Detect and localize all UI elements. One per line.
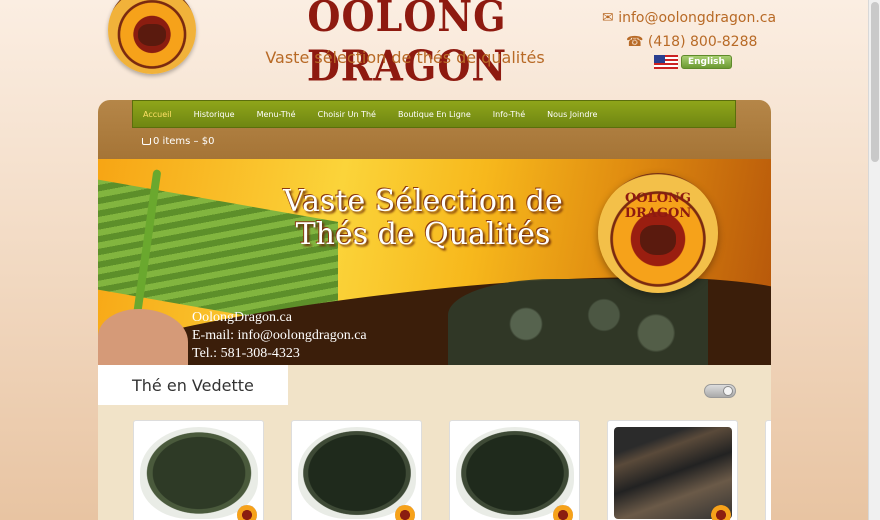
featured-heading: Thé en Vedette [98, 365, 288, 405]
banner-contact-info: OolongDragon.ca E-mail: info@oolongdrago… [192, 309, 367, 363]
envelope-icon: ✉ [602, 10, 614, 26]
contact-phone[interactable]: ☎ (418) 800-8288 [626, 34, 757, 50]
nav-item-info-the[interactable]: Info-Thé [493, 110, 536, 119]
product-card[interactable] [765, 420, 771, 520]
product-image [614, 427, 732, 519]
contact-email[interactable]: ✉ info@oolongdragon.ca [602, 10, 776, 26]
toggle-icon [723, 386, 733, 396]
product-card[interactable] [449, 420, 580, 520]
banner-title-line1: Vaste Sélection de [283, 184, 563, 219]
banner-title-line2: Thés de Qualités [295, 217, 551, 252]
teapot-icon [138, 24, 166, 46]
site-logo[interactable] [108, 0, 196, 74]
cart-icon [142, 138, 151, 145]
product-image [140, 427, 258, 519]
language-switcher[interactable]: English [654, 55, 732, 69]
carousel-toggle[interactable] [704, 384, 736, 398]
main-nav: Accueil Historique Menu-Thé Choisir Un T… [132, 100, 736, 128]
product-card[interactable] [291, 420, 422, 520]
banner-title: Vaste Sélection de Thés de Qualités [258, 185, 588, 251]
hero-banner: Vaste Sélection de Thés de Qualités OOLO… [98, 159, 771, 365]
banner-phone: Tel.: 581-308-4323 [192, 346, 300, 361]
cart-summary: 0 items – $0 [153, 136, 215, 147]
scrollbar-thumb[interactable] [871, 2, 879, 162]
product-card[interactable] [133, 420, 264, 520]
product-image [456, 427, 574, 519]
brand-seal-icon [237, 505, 257, 520]
nav-item-choisir-un-the[interactable]: Choisir Un Thé [318, 110, 387, 119]
cart-link[interactable]: 0 items – $0 [142, 136, 214, 147]
language-button[interactable]: English [681, 55, 732, 69]
us-flag-icon [654, 55, 678, 69]
phone-icon: ☎ [626, 34, 644, 50]
nav-item-boutique[interactable]: Boutique En Ligne [398, 110, 482, 119]
email-text: info@oolongdragon.ca [618, 10, 777, 26]
phone-text: (418) 800-8288 [647, 34, 758, 50]
product-image [298, 427, 416, 519]
brand-seal-icon [553, 505, 573, 520]
page-scrollbar[interactable] [868, 0, 880, 520]
banner-logo-text: OOLONG DRAGON [624, 191, 692, 221]
brand-name: OOLONG DRAGON [306, 0, 508, 91]
nav-item-nous-joindre[interactable]: Nous Joindre [547, 110, 608, 119]
teapot-icon [640, 225, 676, 255]
brand-seal-icon [395, 505, 415, 520]
nav-item-historique[interactable]: Historique [194, 110, 246, 119]
brand-seal-icon [711, 505, 731, 520]
site-tagline: Vaste sélection de thés de qualités [265, 48, 545, 67]
nav-item-menu-the[interactable]: Menu-Thé [257, 110, 307, 119]
main-panel: Accueil Historique Menu-Thé Choisir Un T… [98, 100, 771, 520]
banner-site: OolongDragon.ca [192, 310, 292, 325]
product-card[interactable] [607, 420, 738, 520]
nav-item-accueil[interactable]: Accueil [143, 110, 183, 119]
hand-image [98, 309, 188, 365]
banner-logo: OOLONG DRAGON [598, 173, 718, 293]
featured-products [133, 420, 771, 520]
banner-email: E-mail: info@oolongdragon.ca [192, 328, 367, 343]
